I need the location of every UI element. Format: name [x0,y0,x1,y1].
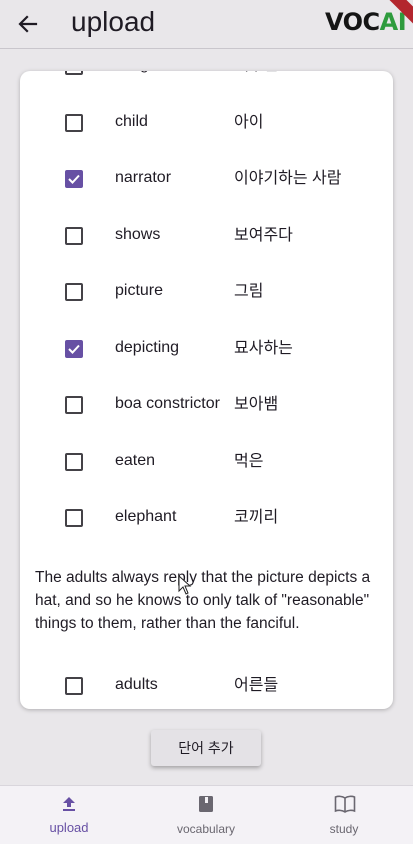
nav-label-vocabulary: vocabulary [176,822,236,836]
bottom-navigation: upload vocabulary study [0,785,413,844]
book-icon [199,796,213,812]
word-checkbox[interactable] [65,509,83,527]
nav-item-study[interactable]: study [275,786,413,844]
word-checkbox[interactable] [65,677,83,695]
word-row[interactable]: eaten 먹은 [20,434,393,490]
word-text: boa constrictor [115,395,220,412]
word-row[interactable]: adults 어른들 [20,658,393,709]
word-list-card[interactable]: enlightened 깨우친 child 아이 narrator 이야기하는 사람 sho… [20,71,393,709]
word-meaning: 이야기하는 사람 [234,170,342,187]
nav-label-upload: upload [49,820,89,835]
word-text: eaten [115,451,156,469]
source-paragraph: The adults always reply that the picture… [35,569,371,632]
nav-item-upload[interactable]: upload [0,786,138,844]
nav-item-vocabulary[interactable]: vocabulary [137,786,275,844]
word-checkbox[interactable] [65,113,83,132]
word-meaning: 보여주다 [234,226,293,244]
word-text: shows [115,225,161,243]
word-row[interactable]: boa constrictor 보아뱀 [20,377,393,433]
add-words-button[interactable]: 단어 추가 [151,730,261,766]
upload-icon [63,797,75,811]
logo-text-primary: VOC [325,8,380,36]
word-row[interactable]: elephant 코끼리 [20,490,393,546]
nav-label-study: study [329,822,359,836]
page-title: upload [71,6,156,37]
word-row[interactable]: narrator 이야기하는 사람 [20,151,393,207]
word-text: child [115,112,148,130]
arrow-left-icon [18,15,38,33]
word-text: adults [115,676,158,693]
word-checkbox[interactable] [65,283,83,301]
checkmark-icon [68,344,80,354]
open-book-icon [334,795,356,813]
word-meaning: 보아뱀 [234,396,279,413]
word-row[interactable]: picture 그림 [20,264,393,320]
word-meaning: 아이 [234,113,264,131]
word-row[interactable]: child 아이 [20,95,393,151]
word-text: depicting [115,338,180,356]
word-row[interactable]: shows 보여주다 [20,208,393,264]
word-text: elephant [115,508,177,525]
word-meaning: 그림 [234,283,264,300]
word-meaning: 코끼리 [234,509,279,526]
back-button[interactable] [14,10,42,38]
mouse-cursor-icon [178,575,192,595]
word-checkbox[interactable] [65,452,83,471]
app-logo: VOCAI [325,7,407,37]
checkmark-icon [68,174,80,184]
word-meaning: 묘사하는 [234,339,293,357]
word-checkbox[interactable] [65,71,83,75]
word-row[interactable]: enlightened 깨우친 [20,71,393,94]
word-meaning: 먹은 [234,452,264,470]
word-text: picture [115,282,164,299]
app-bar: upload VOCAI [0,0,413,49]
word-row[interactable]: depicting 묘사하는 [20,321,393,377]
word-checkbox[interactable] [65,396,83,414]
word-checkbox[interactable] [65,226,83,245]
word-text: enlightened [115,71,198,75]
word-checkbox[interactable] [65,339,83,358]
word-checkbox[interactable] [65,170,83,188]
word-text: narrator [115,169,172,186]
word-meaning: 깨우친 [234,71,278,76]
word-meaning: 어른들 [234,677,279,694]
